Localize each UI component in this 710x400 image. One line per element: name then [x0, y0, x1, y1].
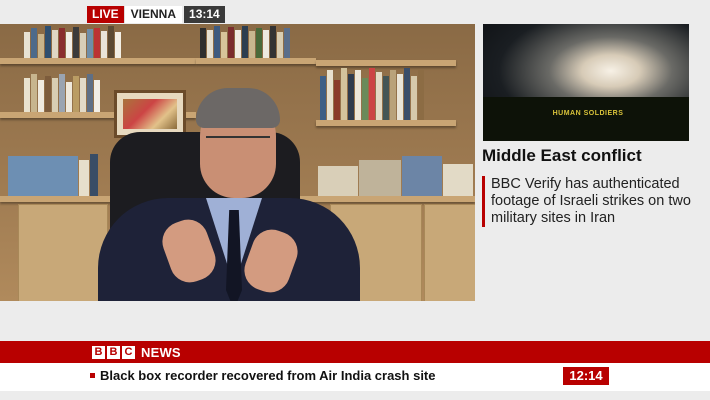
books: [24, 70, 100, 112]
video-feed: [0, 24, 475, 301]
bbc-logo-block: C: [122, 346, 135, 359]
cabinet-door: [18, 204, 108, 301]
news-ticker: Black box recorder recovered from Air In…: [0, 363, 710, 391]
interviewee: [98, 48, 360, 301]
glasses: [206, 136, 270, 152]
bbc-news-bar: B B C NEWS: [0, 341, 710, 363]
location-label: VIENNA: [123, 6, 183, 23]
bbc-logo-block: B: [92, 346, 105, 359]
bbc-logo-block: B: [107, 346, 120, 359]
side-panel-description: BBC Verify has authenticated footage of …: [482, 176, 691, 227]
ticker-bullet-icon: [90, 373, 95, 378]
books: [8, 152, 98, 196]
cabinet-door: [424, 204, 475, 301]
side-video-thumbnail: HUMAN SOLDIERS: [483, 24, 689, 141]
local-time-label: 13:14: [184, 6, 225, 23]
ticker-headline: Black box recorder recovered from Air In…: [100, 368, 436, 383]
side-panel-heading: Middle East conflict: [482, 146, 642, 165]
live-label: LIVE: [87, 6, 124, 23]
bbc-news-logo: B B C NEWS: [92, 345, 181, 360]
thumbnail-watermark: HUMAN SOLDIERS: [552, 110, 624, 117]
news-label: NEWS: [141, 345, 181, 360]
ticker-clock: 12:14: [563, 367, 609, 385]
live-bug: LIVE VIENNA 13:14: [87, 6, 225, 23]
hair: [196, 88, 280, 128]
thumbnail-ground: [483, 97, 689, 141]
